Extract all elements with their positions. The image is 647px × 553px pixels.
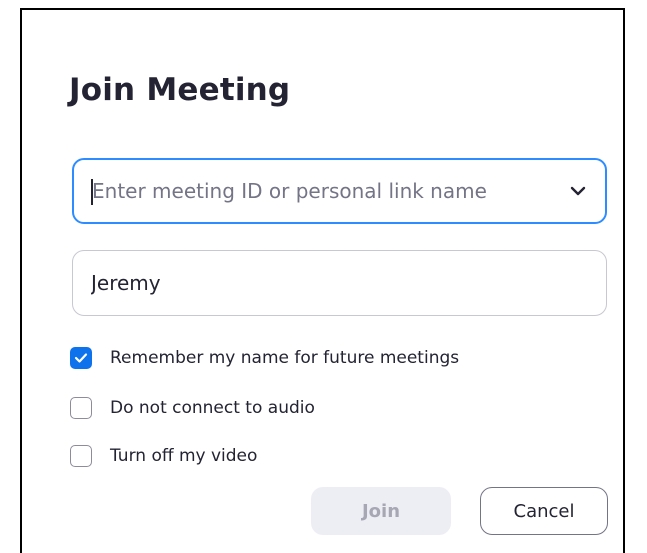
remember-name-option[interactable]: Remember my name for future meetings xyxy=(70,346,459,370)
checkmark-icon xyxy=(74,353,88,363)
meeting-id-input[interactable] xyxy=(92,160,532,222)
remember-name-label[interactable]: Remember my name for future meetings xyxy=(110,348,459,368)
join-meeting-dialog: Join Meeting Remember my name for future… xyxy=(20,8,625,553)
display-name-field[interactable] xyxy=(72,250,607,316)
text-caret xyxy=(91,179,93,205)
cancel-button[interactable]: Cancel xyxy=(480,487,608,535)
meeting-id-combobox[interactable] xyxy=(72,158,607,224)
video-off-label[interactable]: Turn off my video xyxy=(110,446,257,466)
no-audio-checkbox[interactable] xyxy=(70,397,92,419)
remember-name-checkbox[interactable] xyxy=(70,347,92,369)
chevron-down-icon[interactable] xyxy=(569,184,587,198)
video-off-checkbox[interactable] xyxy=(70,445,92,467)
join-button[interactable]: Join xyxy=(311,487,451,535)
video-off-option[interactable]: Turn off my video xyxy=(70,444,257,468)
display-name-input[interactable] xyxy=(91,251,531,315)
dialog-title: Join Meeting xyxy=(69,72,291,108)
no-audio-option[interactable]: Do not connect to audio xyxy=(70,396,315,420)
no-audio-label[interactable]: Do not connect to audio xyxy=(110,398,315,418)
